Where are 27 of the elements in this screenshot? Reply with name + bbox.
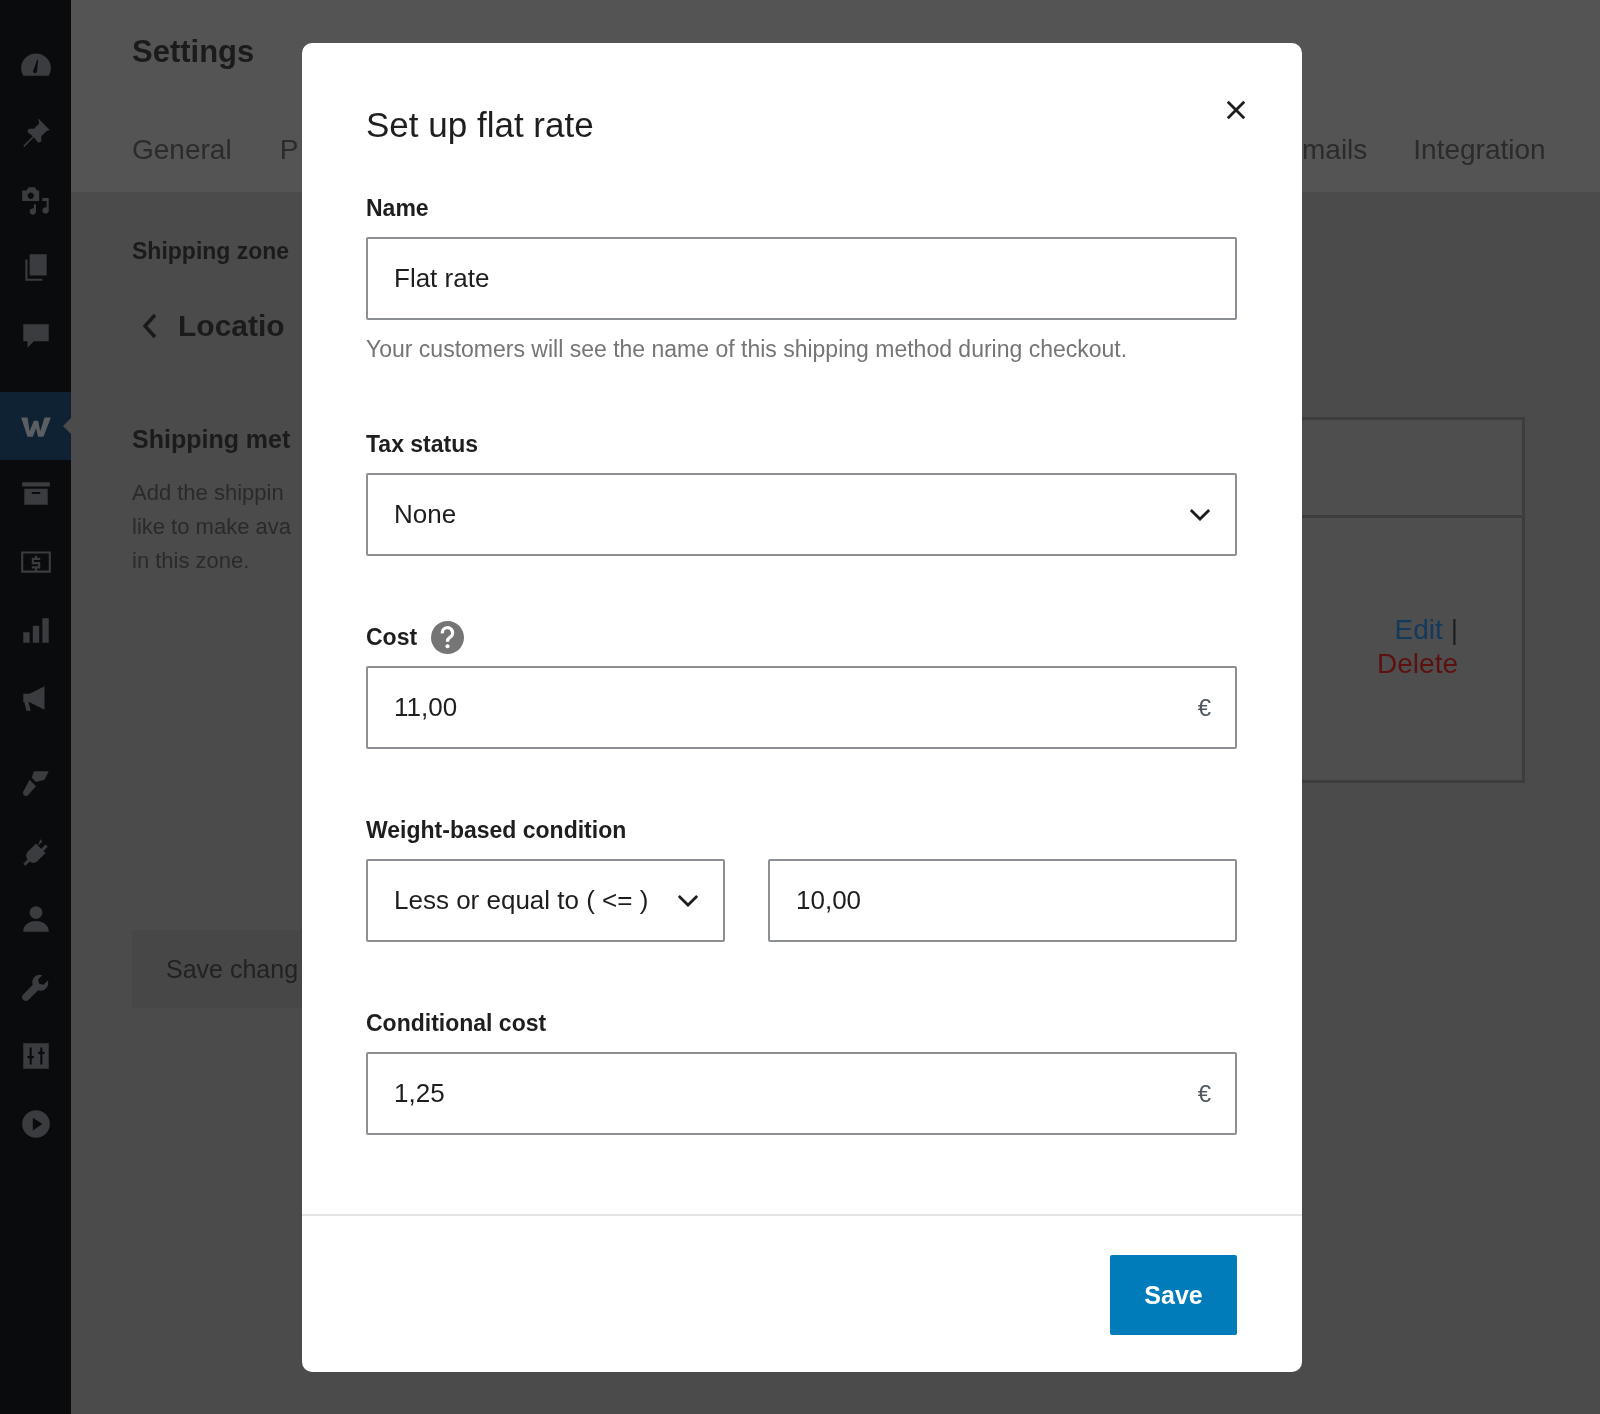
sidebar-item[interactable] — [0, 392, 71, 460]
field-label: Conditional cost — [366, 1009, 547, 1037]
chevron-down-icon — [1189, 508, 1211, 521]
select-dropdown[interactable]: None — [366, 473, 1237, 556]
modal-title: Set up flat rate — [366, 105, 594, 145]
save-button[interactable]: Save — [1110, 1255, 1237, 1335]
field-label: Cost — [366, 623, 418, 651]
field-label: Weight-based condition — [366, 816, 627, 844]
help-text: Your customers will see the name of this shipping method during checkout. — [366, 336, 1129, 363]
help-icon[interactable] — [431, 620, 465, 654]
page-title: Settings — [132, 34, 256, 70]
chevron-down-icon — [677, 894, 699, 907]
currency-field[interactable]: 11,00 € — [366, 666, 1237, 749]
current-item-pointer — [63, 418, 71, 434]
currency-symbol: € — [1197, 1079, 1211, 1108]
back-button[interactable] — [142, 312, 158, 340]
field-label: Name — [366, 194, 429, 222]
separator-text: | — [1450, 614, 1458, 646]
input-field[interactable]: Flat rate — [366, 237, 1237, 320]
field-label: Tax status — [366, 430, 479, 458]
close-icon — [1225, 99, 1247, 121]
chevron-left-icon — [142, 312, 158, 340]
currency-field[interactable]: 1,25 € — [366, 1052, 1237, 1135]
select-dropdown[interactable]: Less or equal to ( <= ) — [366, 859, 725, 942]
currency-symbol: € — [1197, 693, 1211, 722]
close-button[interactable] — [1225, 99, 1247, 121]
input-field[interactable]: 10,00 — [768, 859, 1237, 942]
